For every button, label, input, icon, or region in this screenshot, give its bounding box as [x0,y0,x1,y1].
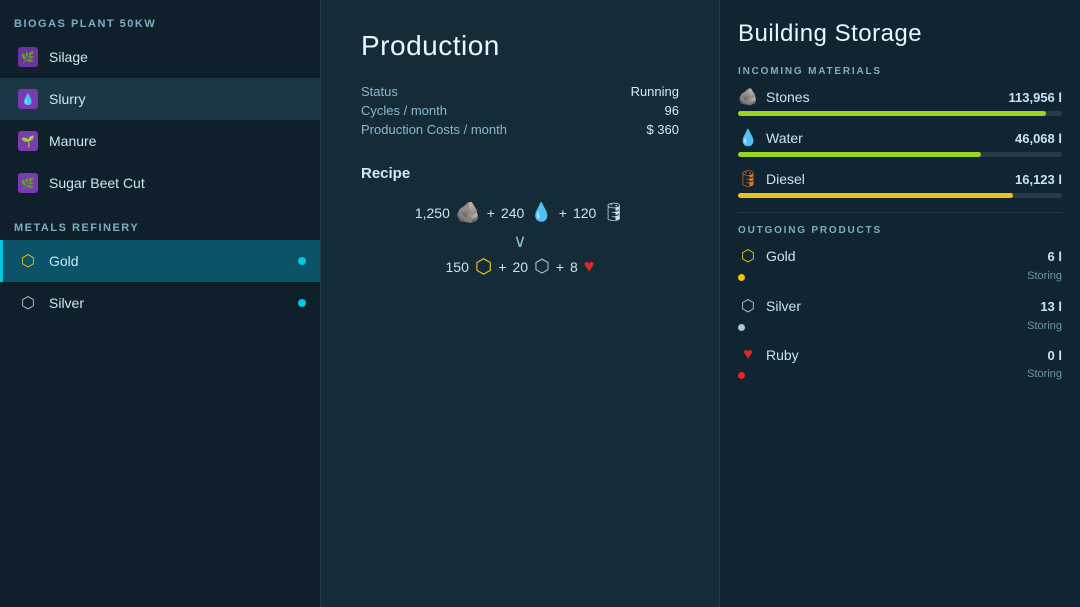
sidebar: BIOGAS PLANT 50KW 🌿 Silage 💧 Slurry 🌱 Ma… [0,0,320,607]
production-info: Status Running Cycles / month 96 Product… [361,84,679,137]
ruby-store-value: 0 l [1048,348,1062,363]
sidebar-item-sugarbeet[interactable]: 🌿 Sugar Beet Cut [0,162,320,204]
incoming-diesel: 🛢 Diesel 16,123 l [738,169,1062,198]
recipe-amount-silver: 20 [513,259,529,275]
ruby-store-icon: ♥ [738,346,758,364]
diesel-icon: 🛢 [602,202,625,223]
silver-store-status: Storing [1027,320,1062,332]
sidebar-item-gold[interactable]: ⬡ Gold [0,240,320,282]
stones-progress-bg [738,111,1062,116]
silver-label: Silver [49,295,298,311]
gold-output-icon: ⬡ [475,254,492,279]
outgoing-gold: ⬡ Gold 6 l Storing [738,246,1062,282]
recipe-amount-ruby: 8 [570,259,578,275]
storage-title: Building Storage [738,20,1062,48]
water-progress-fill [738,152,981,157]
recipe-plus-2: + [559,205,567,221]
recipe-amount-diesel: 120 [573,205,596,221]
ruby-output-icon: ♥ [584,256,595,277]
silver-store-name: Silver [766,298,801,314]
silage-label: Silage [49,49,306,65]
recipe-plus-1: + [487,205,495,221]
gold-store-name: Gold [766,248,796,264]
ore-icon: 🪨 [456,200,481,225]
slurry-label: Slurry [49,91,306,107]
ruby-store-status: Storing [1027,368,1062,380]
gold-label: Gold [49,253,298,269]
ruby-store-name: Ruby [766,347,799,363]
silver-icon: ⬡ [17,292,39,314]
cycles-label: Cycles / month [361,103,507,118]
gold-store-status: Storing [1027,270,1062,282]
outgoing-silver: ⬡ Silver 13 l Storing [738,296,1062,332]
water-value: 46,068 l [1015,131,1062,146]
down-arrow-icon: ∨ [513,231,526,252]
costs-label: Production Costs / month [361,122,507,137]
silver-active-dot [298,299,306,307]
water-icon: 💧 [738,128,758,148]
sidebar-item-silver[interactable]: ⬡ Silver [0,282,320,324]
recipe-plus-3: + [498,259,506,275]
diesel-value: 16,123 l [1015,172,1062,187]
stones-value: 113,956 l [1009,90,1063,105]
storage-divider [738,212,1062,213]
water-progress-bg [738,152,1062,157]
incoming-header: INCOMING MATERIALS [738,66,1062,77]
water-drop-icon: 💧 [530,202,552,223]
gold-store-value: 6 l [1048,249,1062,264]
silver-store-dot [738,324,745,331]
diesel-icon: 🛢 [738,169,758,189]
sidebar-item-slurry[interactable]: 💧 Slurry [0,78,320,120]
outgoing-header: OUTGOING PRODUCTS [738,225,1062,236]
silver-store-icon: ⬡ [738,296,758,316]
gold-icon: ⬡ [17,250,39,272]
gold-store-icon: ⬡ [738,246,758,266]
sugarbeet-icon: 🌿 [17,172,39,194]
storage-panel: Building Storage INCOMING MATERIALS 🪨 St… [720,0,1080,607]
recipe-title: Recipe [361,165,679,182]
silver-output-icon: ⬡ [534,256,550,277]
recipe-amount-gold: 150 [446,259,469,275]
costs-value: $ 360 [527,122,679,137]
sidebar-item-silage[interactable]: 🌿 Silage [0,36,320,78]
status-value: Running [527,84,679,99]
silage-icon: 🌿 [17,46,39,68]
gold-active-dot [298,257,306,265]
diesel-progress-fill [738,193,1013,198]
recipe-input-row: 1,250 🪨 + 240 💧 + 120 🛢 [361,200,679,225]
incoming-stones: 🪨 Stones 113,956 l [738,87,1062,116]
stones-progress-fill [738,111,1046,116]
recipe-amount-water: 240 [501,205,524,221]
water-name: Water [766,130,803,146]
production-title: Production [361,30,679,62]
manure-icon: 🌱 [17,130,39,152]
gold-store-dot [738,274,745,281]
recipe-amount-ore: 1,250 [415,205,450,221]
sugarbeet-label: Sugar Beet Cut [49,175,306,191]
biogas-section-header: BIOGAS PLANT 50KW [0,10,320,36]
recipe-plus-4: + [556,259,564,275]
stones-icon: 🪨 [738,87,758,107]
ruby-store-dot [738,372,745,379]
outgoing-ruby: ♥ Ruby 0 l Storing [738,346,1062,380]
cycles-value: 96 [527,103,679,118]
metals-section-header: METALS REFINERY [0,214,320,240]
silver-store-value: 13 l [1040,299,1062,314]
stones-name: Stones [766,89,810,105]
diesel-name: Diesel [766,171,805,187]
status-label: Status [361,84,507,99]
production-panel: Production Status Running Cycles / month… [320,0,720,607]
diesel-progress-bg [738,193,1062,198]
recipe-arrow: ∨ [361,231,679,252]
manure-label: Manure [49,133,306,149]
slurry-icon: 💧 [17,88,39,110]
incoming-water: 💧 Water 46,068 l [738,128,1062,157]
sidebar-item-manure[interactable]: 🌱 Manure [0,120,320,162]
recipe-output-row: 150 ⬡ + 20 ⬡ + 8 ♥ [361,254,679,279]
